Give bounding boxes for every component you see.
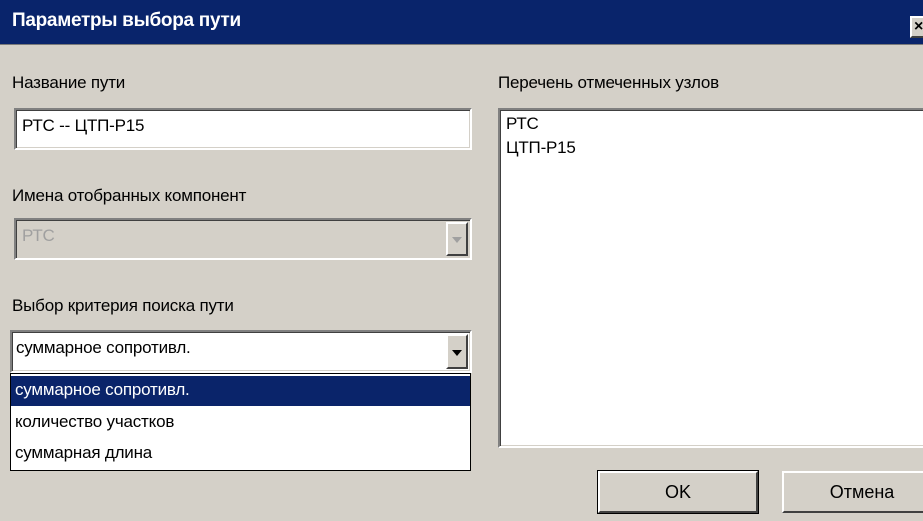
chevron-down-icon: [452, 237, 462, 243]
chevron-down-icon: [452, 349, 462, 356]
close-icon: ×: [914, 18, 923, 35]
criteria-dropdown-button[interactable]: [446, 334, 468, 369]
criteria-combo[interactable]: суммарное сопротивл.: [10, 330, 472, 373]
close-button[interactable]: ×: [910, 16, 923, 38]
nodes-label: Перечень отмеченных узлов: [498, 73, 719, 92]
ok-button[interactable]: OK: [597, 470, 759, 514]
components-dropdown-button: [446, 222, 468, 256]
path-name-value: РТС -- ЦТП-Р15: [22, 116, 145, 135]
dropdown-option[interactable]: суммарное сопротивл.: [11, 376, 470, 406]
criteria-dropdown-list[interactable]: суммарное сопротивл. количество участков…: [10, 373, 471, 471]
components-label: Имена отобранных компонент: [12, 186, 247, 205]
nodes-listbox[interactable]: РТС ЦТП-Р15: [498, 108, 923, 448]
dropdown-option[interactable]: суммарная длина: [11, 439, 470, 469]
components-combo: РТС: [14, 218, 472, 260]
cancel-button[interactable]: Отмена: [782, 471, 923, 513]
title-bar[interactable]: Параметры выбора пути ×: [0, 0, 923, 45]
dialog-window: Параметры выбора пути × Название пути РТ…: [0, 0, 923, 521]
window-title: Параметры выбора пути: [12, 10, 241, 31]
criteria-value: суммарное сопротивл.: [16, 338, 191, 357]
dropdown-option[interactable]: количество участков: [11, 408, 470, 438]
list-item[interactable]: ЦТП-Р15: [506, 138, 576, 158]
list-item[interactable]: РТС: [506, 114, 539, 134]
path-name-label: Название пути: [12, 73, 126, 92]
path-name-input[interactable]: РТС -- ЦТП-Р15: [14, 108, 472, 150]
criteria-label: Выбор критерия поиска пути: [12, 296, 234, 315]
cancel-button-label: Отмена: [829, 482, 895, 502]
ok-button-label: OK: [664, 482, 691, 502]
components-value: РТС: [22, 226, 55, 245]
